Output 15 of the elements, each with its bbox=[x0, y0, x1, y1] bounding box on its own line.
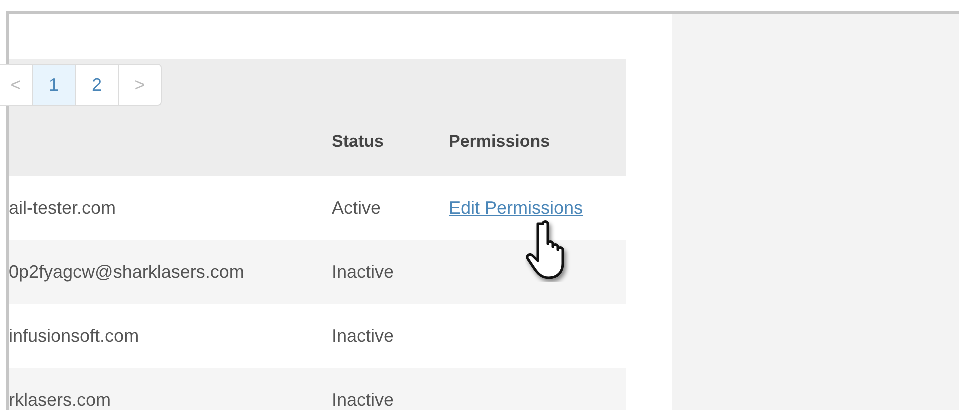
email-cell-text: rklasers.com bbox=[9, 390, 112, 410]
email-cell-text: ail-tester.com bbox=[9, 198, 118, 218]
status-cell-text: Inactive bbox=[332, 262, 396, 282]
column-header: Permissions bbox=[449, 132, 552, 152]
column-header: Status bbox=[332, 132, 385, 152]
page-button[interactable]: 2 bbox=[75, 64, 119, 106]
status-cell-text: Active bbox=[332, 198, 382, 218]
edit-permissions-link[interactable]: Edit Permissions bbox=[449, 198, 626, 218]
status-cell-text: Inactive bbox=[332, 326, 396, 346]
email-cell-text: infusionsoft.com bbox=[9, 326, 140, 346]
status-cell-text: Inactive bbox=[332, 390, 396, 410]
email-cell-text: 0p2fyagcw@sharklasers.com bbox=[9, 262, 246, 282]
next-page-button[interactable]: > bbox=[118, 64, 162, 106]
page-button[interactable]: 1 bbox=[32, 64, 76, 106]
previous-page-button[interactable]: < bbox=[0, 64, 33, 106]
